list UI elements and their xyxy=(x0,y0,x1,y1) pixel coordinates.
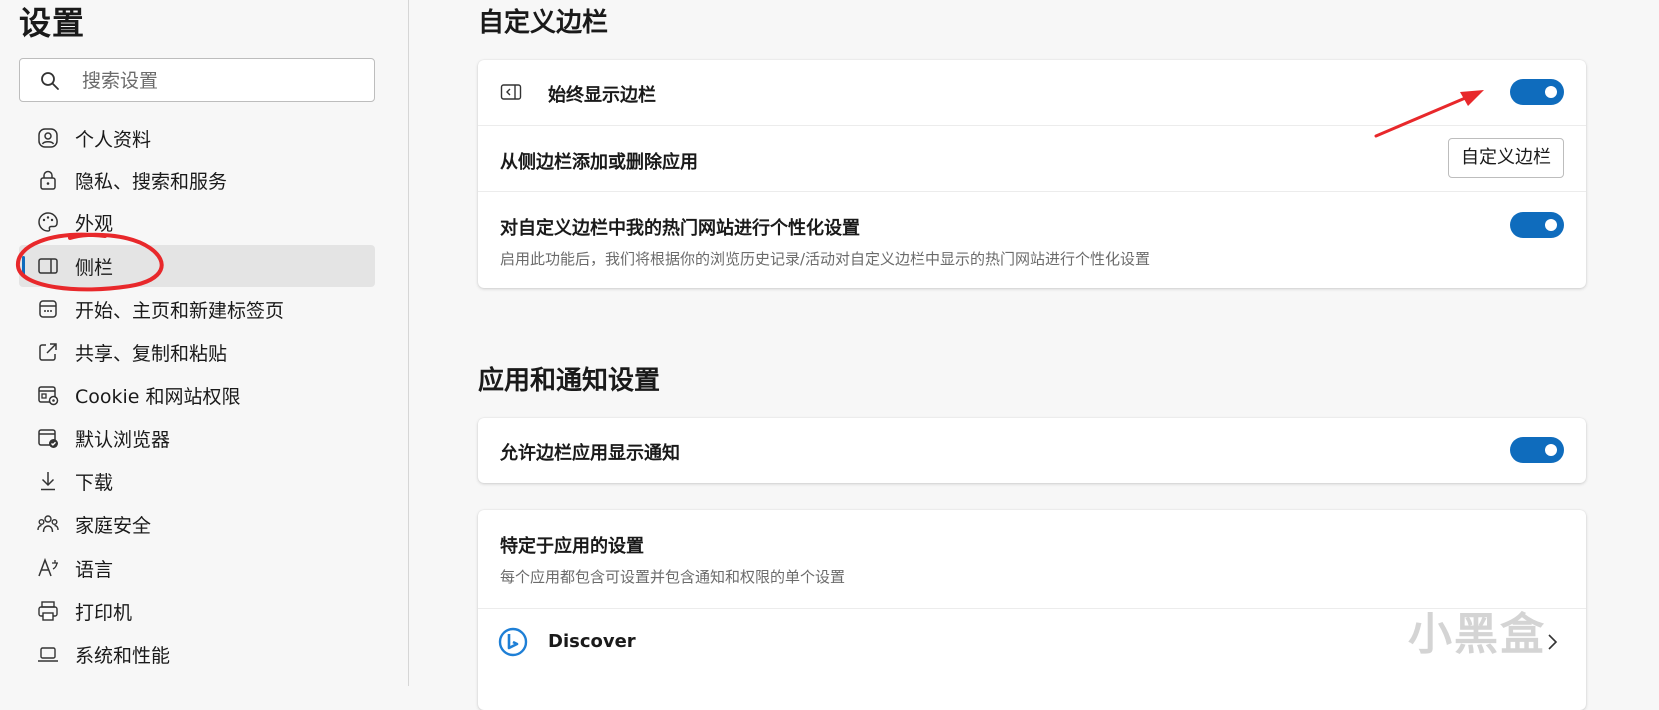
allow-notifications-card: 允许边栏应用显示通知 xyxy=(478,418,1586,483)
section-title-apps-notifications: 应用和通知设置 xyxy=(478,366,661,396)
share-icon xyxy=(37,341,59,363)
sidebar-item-cookies[interactable]: Cookie 和网站权限 xyxy=(19,374,375,416)
personalize-top-sites-toggle[interactable] xyxy=(1510,212,1564,238)
always-show-sidebar-toggle[interactable] xyxy=(1510,79,1564,105)
sidebar-item-default-browser[interactable]: 默认浏览器 xyxy=(19,417,375,459)
sidebar-item-language[interactable]: 语言 xyxy=(19,547,375,589)
family-icon xyxy=(37,513,59,535)
chevron-right-icon xyxy=(1546,633,1558,655)
sidebar-item-family-safety[interactable]: 家庭安全 xyxy=(19,503,375,545)
lock-icon xyxy=(37,169,59,191)
add-remove-apps-label: 从侧边栏添加或删除应用 xyxy=(500,152,698,173)
sidebar-item-share[interactable]: 共享、复制和粘贴 xyxy=(19,331,375,373)
cookie-icon xyxy=(37,384,59,406)
app-specific-label: 特定于应用的设置 xyxy=(500,536,644,557)
laptop-icon xyxy=(37,643,59,665)
always-show-sidebar-label: 始终显示边栏 xyxy=(548,85,656,106)
sidebar-item-label: 隐私、搜索和服务 xyxy=(75,171,228,193)
app-specific-header-row: 特定于应用的设置 每个应用都包含可设置并包含通知和权限的单个设置 xyxy=(478,510,1586,608)
sidebar-item-printers[interactable]: 打印机 xyxy=(19,590,375,632)
sidebar-item-label: 下载 xyxy=(75,472,114,494)
start-page-icon xyxy=(37,298,59,320)
personalize-top-sites-row: 对自定义边栏中我的热门网站进行个性化设置 启用此功能后，我们将根据你的浏览历史记… xyxy=(478,191,1586,288)
red-circle-annotation xyxy=(15,232,164,292)
app-specific-description: 每个应用都包含可设置并包含通知和权限的单个设置 xyxy=(500,568,846,586)
sidebar-collapse-icon xyxy=(500,81,522,107)
allow-notifications-row: 允许边栏应用显示通知 xyxy=(478,418,1586,483)
sidebar-item-profile[interactable]: 个人资料 xyxy=(19,117,375,159)
personalize-top-sites-label: 对自定义边栏中我的热门网站进行个性化设置 xyxy=(500,218,860,239)
allow-notifications-toggle[interactable] xyxy=(1510,437,1564,463)
sidebar-item-downloads[interactable]: 下载 xyxy=(19,460,375,502)
section-title-customize-sidebar: 自定义边栏 xyxy=(478,8,609,38)
bing-discover-icon xyxy=(498,627,528,661)
personalize-top-sites-description: 启用此功能后，我们将根据你的浏览历史记录/活动对自定义边栏中显示的热门网站进行个… xyxy=(500,250,1151,268)
red-arrow-annotation xyxy=(1374,90,1484,138)
sidebar-item-label: 语言 xyxy=(75,559,114,581)
sidebar-item-system-performance[interactable]: 系统和性能 xyxy=(19,633,375,675)
sidebar-item-label: 共享、复制和粘贴 xyxy=(75,343,228,365)
sidebar-item-label: 打印机 xyxy=(75,602,133,624)
sidebar-item-label: Cookie 和网站权限 xyxy=(75,386,241,408)
search-icon xyxy=(40,71,60,95)
sidebar-item-label: 家庭安全 xyxy=(75,515,152,537)
sidebar-item-label: 系统和性能 xyxy=(75,645,171,667)
settings-title: 设置 xyxy=(19,4,86,42)
printer-icon xyxy=(37,600,59,622)
allow-notifications-label: 允许边栏应用显示通知 xyxy=(500,443,680,464)
sidebar-item-label: 默认浏览器 xyxy=(75,429,171,451)
sidebar-item-label: 个人资料 xyxy=(75,129,152,151)
search-input[interactable] xyxy=(80,67,364,95)
search-box[interactable] xyxy=(19,58,375,102)
language-icon xyxy=(37,557,59,579)
app-name-discover: Discover xyxy=(548,631,636,652)
sidebar-item-label: 开始、主页和新建标签页 xyxy=(75,300,285,322)
default-browser-icon xyxy=(37,427,59,449)
sidebar-item-privacy[interactable]: 隐私、搜索和服务 xyxy=(19,159,375,201)
profile-icon xyxy=(37,127,59,149)
settings-sidebar: 设置 个人资料 隐私、搜索和服务 外观 侧栏 开始、主页和新建 xyxy=(0,0,409,686)
customize-sidebar-button[interactable]: 自定义边栏 xyxy=(1448,138,1564,178)
watermark: 小黑盒 xyxy=(1408,609,1546,660)
download-icon xyxy=(37,470,59,492)
